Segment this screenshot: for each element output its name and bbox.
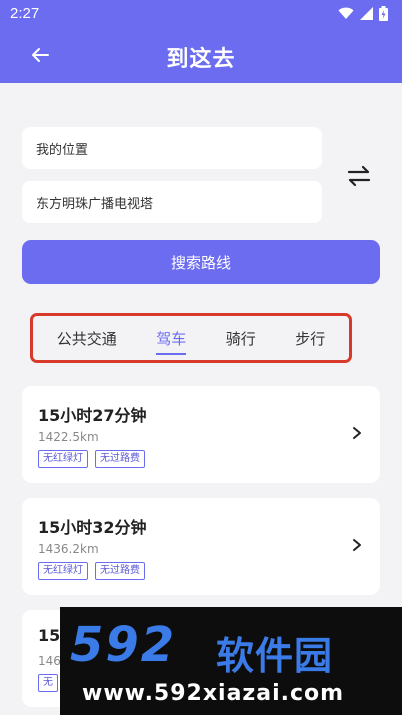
status-icons: [338, 6, 388, 21]
status-time: 2:27: [10, 5, 40, 22]
page-title: 到这去: [166, 47, 236, 72]
battery-icon: [379, 6, 388, 21]
route-distance: 146: [38, 654, 61, 668]
route-tags: 无红绿灯 无过路费: [38, 450, 145, 468]
status-bar: 2:27: [0, 0, 402, 27]
route-duration: 15: [38, 626, 61, 645]
travel-mode-tabs: 公共交通 驾车 骑行 步行: [30, 313, 352, 363]
watermark-url: www.592xiazai.com: [82, 681, 345, 706]
app-header: 到这去: [0, 27, 402, 83]
route-tag: 无过路费: [95, 562, 145, 580]
destination-input[interactable]: 东方明珠广播电视塔: [22, 181, 322, 223]
route-distance: 1422.5km: [38, 430, 99, 444]
route-result-card[interactable]: 15小时27分钟 1422.5km 无红绿灯 无过路费: [22, 386, 380, 483]
route-tags: 无: [38, 674, 58, 692]
route-distance: 1436.2km: [38, 542, 99, 556]
route-tag: 无红绿灯: [38, 450, 88, 468]
wifi-icon: [338, 7, 354, 19]
route-result-card[interactable]: 15小时32分钟 1436.2km 无红绿灯 无过路费: [22, 498, 380, 595]
route-tag: 无: [38, 674, 58, 692]
swap-button[interactable]: [345, 162, 373, 190]
route-tag: 无红绿灯: [38, 562, 88, 580]
route-duration: 15小时27分钟: [38, 406, 147, 425]
tab-driving[interactable]: 驾车: [156, 324, 187, 355]
chevron-right-icon: [353, 539, 361, 551]
origin-input[interactable]: 我的位置: [22, 127, 322, 169]
tab-walking[interactable]: 步行: [295, 324, 325, 353]
route-duration: 15小时32分钟: [38, 518, 147, 537]
watermark-brand: 软件园: [216, 634, 334, 678]
watermark-overlay: 592 软件园 www.592xiazai.com: [60, 607, 402, 715]
route-tags: 无红绿灯 无过路费: [38, 562, 145, 580]
signal-icon: [360, 7, 373, 20]
watermark-logo: 592: [70, 617, 177, 673]
tab-cycling[interactable]: 骑行: [226, 324, 256, 353]
chevron-right-icon: [353, 427, 361, 439]
route-tag: 无过路费: [95, 450, 145, 468]
search-route-button[interactable]: 搜索路线: [22, 240, 380, 284]
swap-icon: [347, 165, 371, 187]
tab-public-transit[interactable]: 公共交通: [57, 324, 117, 353]
